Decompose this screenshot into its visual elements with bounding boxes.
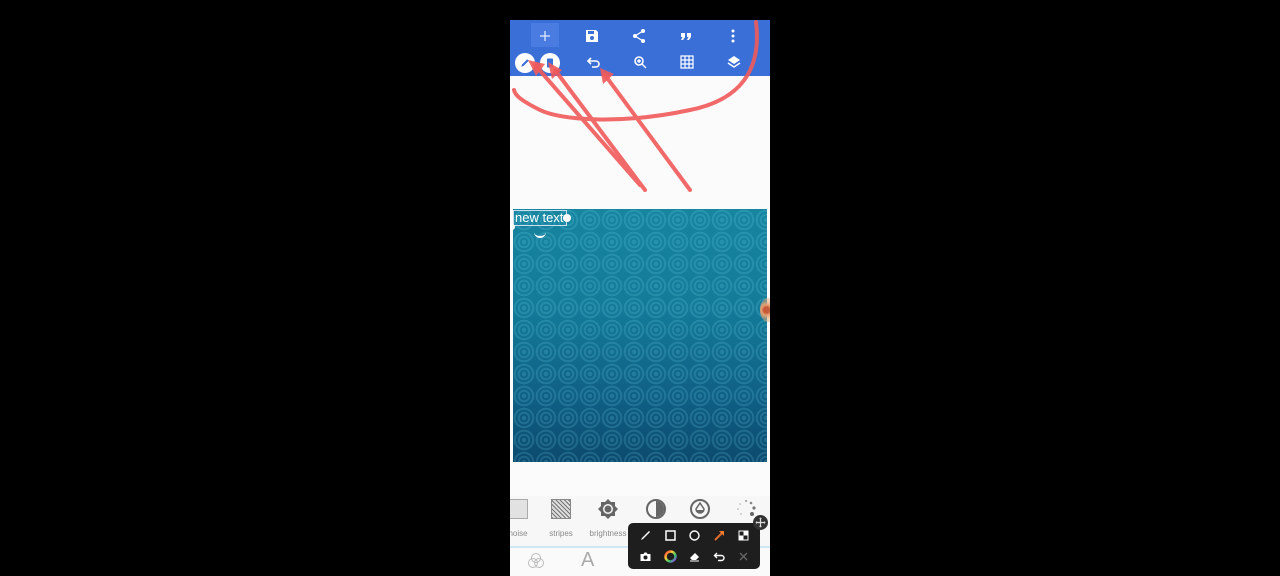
share-button[interactable] xyxy=(628,25,650,47)
copy-button[interactable] xyxy=(540,53,560,73)
circle-tool[interactable] xyxy=(685,526,703,544)
highlight-tool[interactable] xyxy=(734,526,752,544)
brightness-icon xyxy=(598,499,618,519)
phone-screen: new text noise stripes brightness A xyxy=(510,20,770,576)
color-circles-icon xyxy=(528,553,544,568)
quote-button[interactable] xyxy=(675,25,697,47)
color-picker[interactable] xyxy=(661,547,679,565)
close-icon xyxy=(739,552,747,560)
stripes-icon xyxy=(551,499,571,519)
close-panel[interactable] xyxy=(734,547,752,565)
panel-move-handle[interactable] xyxy=(753,515,768,530)
grid-icon xyxy=(680,55,694,69)
undo-icon xyxy=(713,552,725,561)
saturation-icon xyxy=(690,499,710,519)
quote-icon xyxy=(681,33,691,40)
arrow-tool[interactable] xyxy=(710,526,728,544)
sticker-object[interactable] xyxy=(760,298,770,322)
rectangle-icon xyxy=(664,529,676,541)
arrow-icon xyxy=(713,530,724,541)
eraser-icon xyxy=(689,552,699,561)
blur-icon xyxy=(737,500,756,516)
zoom-button[interactable] xyxy=(629,51,651,73)
more-vert-icon xyxy=(731,29,735,43)
tool-contrast[interactable] xyxy=(631,496,681,521)
circle-icon xyxy=(688,529,700,541)
text-layer[interactable]: new text xyxy=(513,210,567,226)
undo-button[interactable] xyxy=(583,51,605,73)
canvas-image[interactable] xyxy=(513,209,767,462)
tool-stripes[interactable]: stripes xyxy=(536,496,586,538)
save-button[interactable] xyxy=(581,25,603,47)
floating-annotation-panel xyxy=(628,523,760,569)
layers-button[interactable] xyxy=(723,51,745,73)
color-wheel-icon xyxy=(663,549,677,563)
save-icon xyxy=(586,30,598,42)
grid-button[interactable] xyxy=(676,51,698,73)
resize-handle[interactable] xyxy=(563,214,571,222)
undo-annotation[interactable] xyxy=(710,547,728,565)
editor-canvas[interactable]: new text xyxy=(510,76,770,496)
contrast-icon xyxy=(646,499,666,519)
tool-saturation[interactable] xyxy=(675,496,725,521)
tool-brightness[interactable]: brightness xyxy=(583,496,633,538)
add-button[interactable] xyxy=(534,25,556,47)
share-icon xyxy=(633,29,645,43)
highlight-icon xyxy=(738,530,748,540)
phone-icon xyxy=(547,58,553,68)
move-icon xyxy=(755,517,766,528)
eraser-tool[interactable] xyxy=(685,547,703,565)
camera-icon xyxy=(640,552,650,561)
text-tab[interactable]: A xyxy=(581,549,594,572)
brush-icon xyxy=(640,530,650,540)
tool-label: stripes xyxy=(549,529,573,538)
zoom-in-icon xyxy=(634,56,647,69)
screenshot-tool[interactable] xyxy=(636,547,654,565)
draw-button[interactable] xyxy=(515,53,535,73)
tool-label: brightness xyxy=(589,529,627,538)
rectangle-tool[interactable] xyxy=(661,526,679,544)
plus-icon xyxy=(540,31,550,41)
brush-tool[interactable] xyxy=(636,526,654,544)
layers-icon xyxy=(727,56,741,68)
top-toolbar xyxy=(510,20,770,76)
undo-icon xyxy=(586,57,600,68)
filters-tab[interactable] xyxy=(527,552,545,575)
more-button[interactable] xyxy=(722,25,744,47)
noise-icon xyxy=(510,499,528,519)
pencil-icon xyxy=(521,59,529,67)
text-icon: A xyxy=(581,549,595,571)
